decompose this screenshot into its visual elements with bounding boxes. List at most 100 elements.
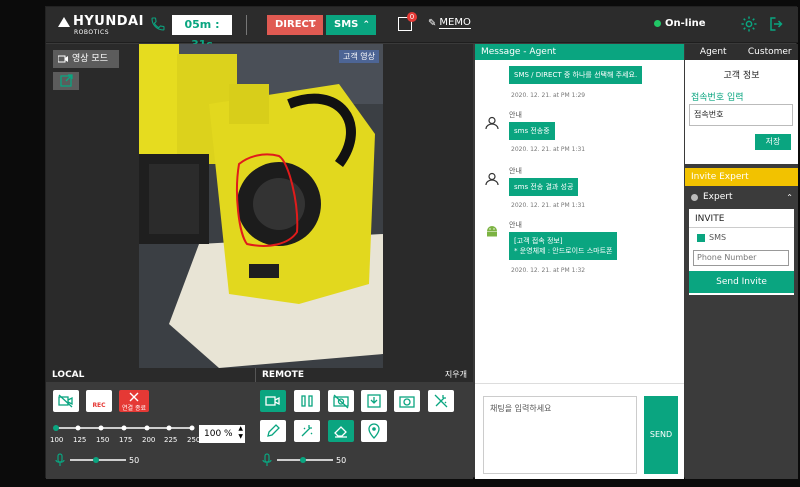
pause-icon	[301, 395, 313, 407]
message-bubble: SMS / DIRECT 중 하나를 선택해 주세요.	[509, 66, 643, 84]
local-volume-slider[interactable]	[68, 455, 128, 465]
zoom-tick-200	[144, 425, 150, 431]
record-button[interactable]: REC	[86, 390, 112, 412]
chat-input[interactable]: 채팅을 입력하세요	[483, 396, 637, 474]
download-button[interactable]	[361, 390, 387, 412]
eraser-clear-link[interactable]: 지우개	[445, 368, 467, 382]
pause-button[interactable]	[294, 390, 320, 412]
invite-label: INVITE	[695, 214, 725, 224]
zoom-tick-175	[121, 425, 127, 431]
tab-agent[interactable]: Agent	[685, 44, 742, 60]
message-line: [고객 접속 정보]	[514, 237, 563, 245]
sms-checkbox[interactable]	[697, 233, 705, 242]
user-avatar-icon	[485, 172, 499, 186]
microphone-icon[interactable]	[55, 453, 65, 467]
video-camera-icon	[58, 55, 68, 63]
remote-volume-slider[interactable]	[275, 455, 335, 465]
zoom-tick-250	[189, 425, 195, 431]
video-area: 영상 모드 고객 영상	[46, 44, 473, 368]
message-time: 2020. 12. 21. at PM 1:31	[511, 202, 586, 209]
zoom-tick-125	[75, 425, 81, 431]
send-button[interactable]: SEND	[644, 396, 678, 474]
expert-toggle[interactable]: Expert ⌃	[691, 192, 793, 202]
zoom-tick-100	[53, 425, 59, 431]
right-panel: Agent Customer 고객 정보 접속번호 입력 접속번호 저장 Inv…	[685, 44, 798, 479]
message-bubble: sms 전송중	[509, 122, 555, 140]
zoom-tick-label: 100	[50, 436, 64, 444]
camera-off-button[interactable]	[328, 390, 354, 412]
customer-info-box: 고객 정보 접속번호 입력 접속번호 저장	[685, 60, 798, 164]
video-camera-icon	[265, 396, 280, 406]
phone-number-input[interactable]: Phone Number	[693, 250, 789, 266]
role-tabs: Agent Customer	[685, 44, 798, 60]
direct-dropdown[interactable]: DIRECT ⌄	[267, 15, 323, 35]
memo-button[interactable]: ✎ MEMO	[428, 17, 471, 29]
laser-off-button[interactable]	[428, 390, 454, 412]
zoom-tick-label: 225	[164, 436, 178, 444]
external-link-icon	[60, 74, 73, 87]
remote-header: REMOTE 지우개	[255, 368, 473, 382]
send-invite-button[interactable]: Send Invite	[689, 271, 794, 293]
save-button[interactable]: 저장	[755, 134, 791, 150]
divider	[689, 227, 794, 228]
chat-messages[interactable]: SMS / DIRECT 중 하나를 선택해 주세요. 2020. 12. 21…	[475, 60, 684, 384]
video-mode-button[interactable]: 영상 모드	[53, 50, 119, 68]
remote-video-button[interactable]	[260, 390, 286, 412]
logout-icon[interactable]	[768, 15, 786, 33]
external-link-button[interactable]	[53, 72, 79, 90]
remote-volume-thumb[interactable]	[300, 457, 306, 463]
message-bubble: [고객 접속 정보] * 운영체제 : 안드로이드 스마트폰	[509, 232, 618, 260]
chat-panel: Message - Agent SMS / DIRECT 중 하나를 선택해 주…	[475, 44, 684, 479]
end-call-button[interactable]: 연결 종료	[119, 390, 149, 412]
sms-option-label: SMS	[709, 233, 727, 242]
eraser-button[interactable]	[328, 420, 354, 442]
sms-dropdown[interactable]: SMS ⌃	[326, 15, 376, 35]
message-sender: 안내	[509, 111, 522, 119]
magic-wand-off-icon	[434, 394, 448, 408]
remote-title: REMOTE	[262, 370, 304, 380]
location-pin-icon	[368, 423, 380, 439]
memo-label: MEMO	[439, 17, 471, 29]
phone-icon[interactable]	[150, 16, 166, 32]
capture-settings-button[interactable]	[394, 390, 420, 412]
zoom-tick-label: 175	[119, 436, 133, 444]
chat-header: Message - Agent	[475, 44, 684, 60]
video-mode-label: 영상 모드	[72, 54, 108, 64]
zoom-tick-150	[98, 425, 104, 431]
zoom-stepper-icon[interactable]: ▲ ▼	[238, 425, 243, 441]
pointer-off-button[interactable]	[294, 420, 320, 442]
zoom-tick-225	[166, 425, 172, 431]
message-bubble: sms 전송 결과 성공	[509, 178, 579, 196]
camera-gear-icon	[399, 396, 415, 408]
volume-thumb[interactable]	[93, 457, 99, 463]
divider	[246, 15, 247, 35]
draw-pen-button[interactable]	[260, 420, 286, 442]
call-timer: 05m : 31s	[172, 15, 232, 51]
chevron-down-icon: ⌄	[309, 20, 317, 30]
message-time: 2020. 12. 21. at PM 1:31	[511, 146, 586, 153]
android-icon	[487, 226, 497, 237]
zoom-input[interactable]: 100 % ▲ ▼	[199, 425, 245, 443]
image-count-badge: 0	[407, 12, 417, 22]
status-dot-icon	[654, 20, 661, 27]
expert-dot-icon	[691, 193, 698, 201]
sms-option[interactable]: SMS	[697, 233, 726, 242]
remote-volume-value: 50	[336, 456, 347, 465]
status-label: On-line	[665, 18, 706, 29]
zoom-slider[interactable]	[52, 422, 198, 434]
remote-microphone-icon[interactable]	[262, 453, 272, 467]
gear-icon[interactable]	[740, 15, 758, 33]
message-sender: 안내	[509, 221, 522, 229]
connection-number-input[interactable]: 접속번호	[689, 104, 793, 126]
connection-number-label: 접속번호 입력	[691, 93, 744, 103]
tab-customer[interactable]: Customer	[742, 44, 799, 60]
rec-label: REC	[92, 402, 106, 409]
chevron-up-icon: ⌃	[786, 192, 793, 202]
video-off-button[interactable]	[53, 390, 79, 412]
zoom-tick-label: 150	[96, 436, 110, 444]
customer-video-feed[interactable]: 고객 영상	[139, 44, 383, 368]
camera-off-icon	[333, 394, 349, 409]
close-icon	[129, 392, 139, 402]
app-window: HYUNDAI ROBOTICS 05m : 31s DIRECT⌄ SMS⌃ …	[45, 6, 798, 479]
location-pin-button[interactable]	[361, 420, 387, 442]
